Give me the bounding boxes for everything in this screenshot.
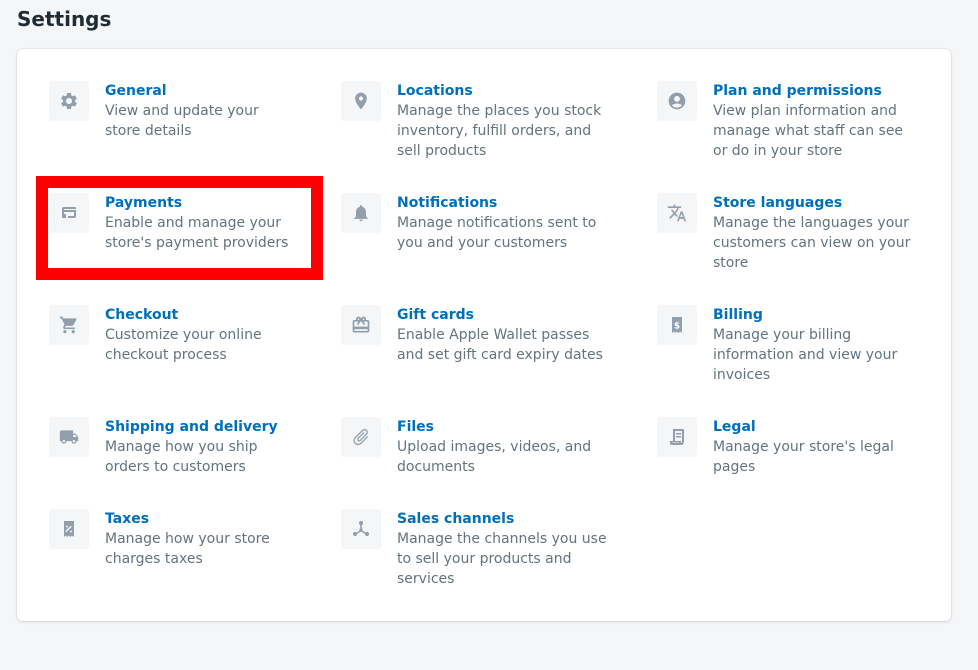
item-title[interactable]: Billing (713, 305, 897, 325)
item-description-line: inventory, fulfill orders, and (397, 123, 592, 139)
item-title[interactable]: Shipping and delivery (105, 417, 278, 437)
item-description-line: and set gift card expiry dates (397, 347, 603, 363)
item-title[interactable]: Taxes (105, 509, 270, 529)
item-title[interactable]: Plan and permissions (713, 81, 903, 101)
cart-icon (49, 305, 89, 345)
tax-receipt-icon (49, 509, 89, 549)
item-description-line: store's payment providers (105, 235, 289, 251)
settings-item-plan-permissions[interactable]: Plan and permissions View plan informati… (657, 81, 903, 161)
item-description-line: Manage your store's legal (713, 439, 894, 455)
user-circle-icon (657, 81, 697, 121)
item-title[interactable]: General (105, 81, 259, 101)
credit-card-icon (49, 193, 89, 233)
item-description-line: orders to customers (105, 459, 246, 475)
item-description-line: checkout process (105, 347, 227, 363)
settings-item-payments[interactable]: Payments Enable and manage your store's … (49, 193, 288, 253)
item-description-line: customers can view on your (713, 235, 911, 251)
item-description-line: View and update your (105, 103, 259, 119)
item-description-line: information and view your (713, 347, 898, 363)
settings-item-taxes[interactable]: Taxes Manage how your store charges taxe… (49, 509, 270, 569)
item-title[interactable]: Payments (105, 193, 288, 213)
item-description-line: or do in your store (713, 143, 843, 159)
item-description-line: Manage how your store (105, 531, 270, 547)
item-description-line: Enable and manage your (105, 215, 282, 231)
billing-receipt-icon: $ (657, 305, 697, 345)
item-description-line: pages (713, 459, 756, 475)
item-description-line: Manage the channels you use (397, 531, 607, 547)
item-title[interactable]: Legal (713, 417, 894, 437)
item-title[interactable]: Sales channels (397, 509, 607, 529)
item-title[interactable]: Gift cards (397, 305, 603, 325)
item-description-line: Enable Apple Wallet passes (397, 327, 590, 343)
item-description-line: Manage the places you stock (397, 103, 602, 119)
item-description-line: charges taxes (105, 551, 203, 567)
item-title[interactable]: Locations (397, 81, 601, 101)
svg-text:$: $ (674, 322, 680, 332)
page-title: Settings (17, 7, 112, 31)
item-description-line: Manage the languages your (713, 215, 909, 231)
item-description-line: you and your customers (397, 235, 568, 251)
settings-item-shipping[interactable]: Shipping and delivery Manage how you shi… (49, 417, 278, 477)
legal-document-icon (657, 417, 697, 457)
settings-item-legal[interactable]: Legal Manage your store's legal pages (657, 417, 894, 477)
item-title[interactable]: Files (397, 417, 591, 437)
item-description-line: manage what staff can see (713, 123, 904, 139)
item-description-line: services (397, 571, 455, 587)
item-title[interactable]: Checkout (105, 305, 262, 325)
item-description-line: Upload images, videos, and (397, 439, 592, 455)
translate-icon (657, 193, 697, 233)
location-pin-icon (341, 81, 381, 121)
item-description-line: store (713, 255, 749, 271)
item-description-line: to sell your products and (397, 551, 572, 567)
settings-item-checkout[interactable]: Checkout Customize your online checkout … (49, 305, 262, 365)
item-description-line: Manage notifications sent to (397, 215, 597, 231)
settings-card: General View and update your store detai… (17, 49, 951, 621)
gear-icon (49, 81, 89, 121)
channels-icon (341, 509, 381, 549)
item-description-line: Manage how you ship (105, 439, 258, 455)
item-description-line: View plan information and (713, 103, 897, 119)
settings-item-store-languages[interactable]: Store languages Manage the languages you… (657, 193, 910, 273)
item-description-line: Manage your billing (713, 327, 852, 343)
settings-item-general[interactable]: General View and update your store detai… (49, 81, 259, 141)
settings-item-locations[interactable]: Locations Manage the places you stock in… (341, 81, 601, 161)
item-description-line: invoices (713, 367, 771, 383)
paperclip-icon (341, 417, 381, 457)
bell-icon (341, 193, 381, 233)
item-description-line: store details (105, 123, 192, 139)
settings-item-sales-channels[interactable]: Sales channels Manage the channels you u… (341, 509, 607, 589)
settings-item-notifications[interactable]: Notifications Manage notifications sent … (341, 193, 596, 253)
item-description-line: sell products (397, 143, 487, 159)
item-title[interactable]: Store languages (713, 193, 910, 213)
item-description-line: documents (397, 459, 475, 475)
settings-item-billing[interactable]: $ Billing Manage your billing informatio… (657, 305, 897, 385)
gift-icon (341, 305, 381, 345)
settings-item-gift-cards[interactable]: Gift cards Enable Apple Wallet passes an… (341, 305, 603, 365)
settings-item-files[interactable]: Files Upload images, videos, and documen… (341, 417, 591, 477)
truck-icon (49, 417, 89, 457)
item-description-line: Customize your online (105, 327, 262, 343)
item-title[interactable]: Notifications (397, 193, 596, 213)
